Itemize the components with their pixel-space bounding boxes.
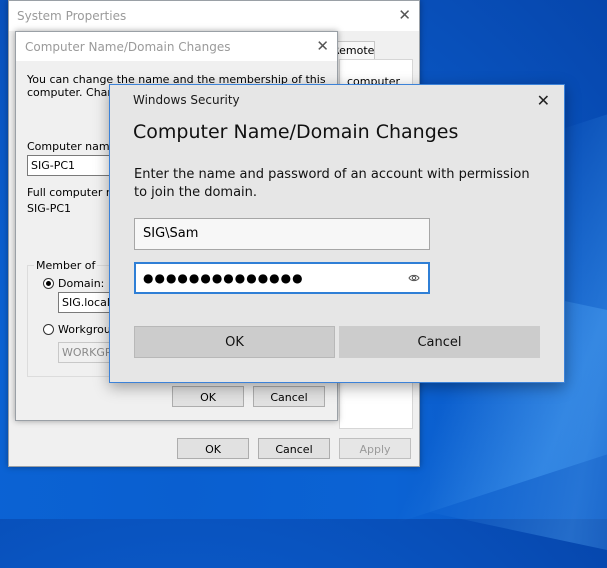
username-input[interactable]: SIG\Sam [134,218,430,250]
windows-security-heading: Computer Name/Domain Changes [133,121,459,143]
full-computer-name-value: SIG-PC1 [27,202,72,215]
computer-name-label: Computer name: [27,140,121,153]
member-of-label: Member of [34,259,98,272]
reveal-password-eye-icon[interactable] [408,272,420,284]
computer-name-dialog-titlebar[interactable]: Computer Name/Domain Changes ✕ [16,32,337,61]
password-masked-text: ●●●●●●●●●●●●●● [143,271,304,285]
computer-name-dialog-close-icon[interactable]: ✕ [316,39,329,54]
computer-name-cancel-button[interactable]: Cancel [253,386,325,407]
windows-security-description: Enter the name and password of an accoun… [134,167,530,200]
system-properties-titlebar[interactable]: System Properties ✕ [9,1,419,31]
windows-security-dialog: Windows Security ✕ Computer Name/Domain … [109,84,565,383]
windows-security-ok-button[interactable]: OK [134,326,335,358]
system-properties-cancel-button[interactable]: Cancel [258,438,330,459]
tab-remote[interactable]: Remote [335,41,375,59]
windows-security-cancel-button[interactable]: Cancel [339,326,540,358]
computer-name-dialog-title: Computer Name/Domain Changes [25,40,231,54]
domain-radio[interactable] [43,278,54,289]
system-properties-ok-button[interactable]: OK [177,438,249,459]
system-properties-close-icon[interactable]: ✕ [398,8,411,23]
windows-security-title: Windows Security [133,93,240,107]
windows-security-close-icon[interactable]: ✕ [537,93,550,109]
system-properties-title: System Properties [17,9,127,23]
password-input[interactable]: ●●●●●●●●●●●●●● [134,262,430,294]
system-properties-apply-button[interactable]: Apply [339,438,411,459]
domain-radio-label[interactable]: Domain: [58,277,104,290]
computer-name-ok-button[interactable]: OK [172,386,244,407]
workgroup-radio[interactable] [43,324,54,335]
